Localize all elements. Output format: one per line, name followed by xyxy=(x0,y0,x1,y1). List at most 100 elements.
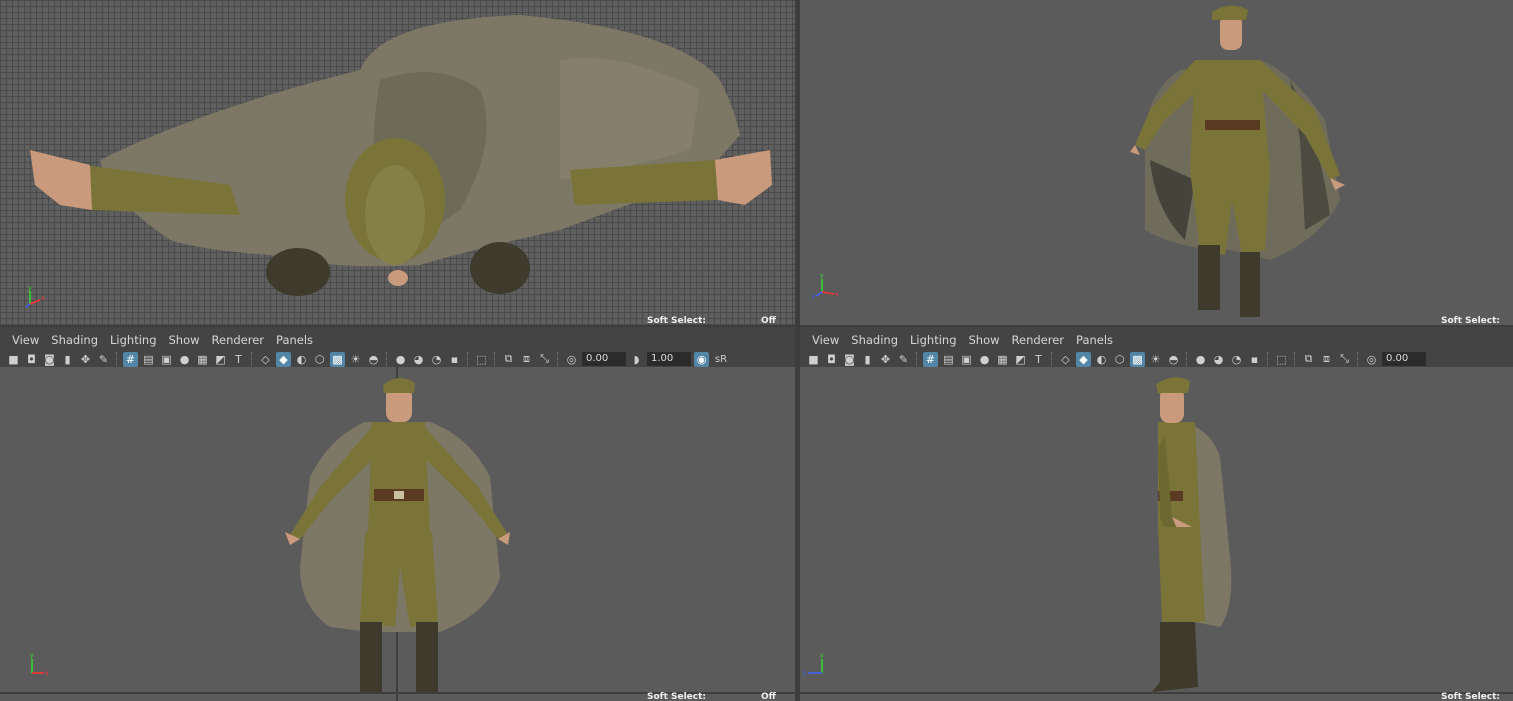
two-d-pan-icon[interactable]: ✎ xyxy=(96,352,111,367)
menu-show[interactable]: Show xyxy=(163,332,206,348)
camera-select-icon[interactable]: ■ xyxy=(6,352,21,367)
camera-select-icon[interactable]: ■ xyxy=(806,352,821,367)
resolution-gate-icon[interactable]: ▣ xyxy=(959,352,974,367)
xray-joints-icon[interactable]: ⤡ xyxy=(537,352,552,367)
grid-toggle-icon[interactable]: # xyxy=(123,351,138,367)
wireframe-on-shaded-icon[interactable]: ⬡ xyxy=(312,352,327,367)
menu-lighting[interactable]: Lighting xyxy=(104,332,162,348)
anti-aliasing-icon[interactable]: ◔ xyxy=(429,352,444,367)
menu-view[interactable]: View xyxy=(6,332,45,348)
safe-action-icon[interactable]: ◩ xyxy=(1013,352,1028,367)
xray-active-components-icon[interactable]: ⧈ xyxy=(1319,352,1334,367)
menu-lighting[interactable]: Lighting xyxy=(904,332,962,348)
front-viewport[interactable]: y x Soft Select: Off xyxy=(0,367,795,701)
shadows-icon[interactable]: ◓ xyxy=(1166,352,1181,367)
grid-toggle-icon[interactable]: # xyxy=(923,351,938,367)
view-transform-icon[interactable]: ◉ xyxy=(694,351,709,367)
screen-space-ao-icon[interactable]: ● xyxy=(1193,352,1208,367)
toolbar-separator xyxy=(251,352,253,366)
depth-of-field-icon[interactable]: ▪ xyxy=(447,352,462,367)
film-gate-icon[interactable]: ▤ xyxy=(941,352,956,367)
smooth-shade-icon[interactable]: ◆ xyxy=(1076,351,1091,367)
soft-select-label: Soft Select: xyxy=(647,316,707,325)
field-chart-icon[interactable]: ▦ xyxy=(195,352,210,367)
soldier-model-side-view xyxy=(800,377,1513,694)
axis-gizmo: y x xyxy=(25,286,45,308)
default-material-icon[interactable]: ◐ xyxy=(1094,352,1109,367)
motion-blur-icon[interactable]: ◕ xyxy=(411,352,426,367)
depth-of-field-icon[interactable]: ▪ xyxy=(1247,352,1262,367)
panel-toolbar: ■ ◘ ◙ ▮ ✥ ✎ # ▤ ▣ ● ▦ ◩ T ◇ ◆ ◐ ⬡ ▩ ☀ ◓ … xyxy=(6,349,730,369)
two-d-pan-icon[interactable]: ✎ xyxy=(896,352,911,367)
gamma-icon[interactable]: ◗ xyxy=(629,352,644,367)
soldier-model-front-view xyxy=(0,367,795,701)
safe-action-icon[interactable]: ◩ xyxy=(213,352,228,367)
axis-gizmo: y z xyxy=(803,652,824,677)
resolution-gate-icon[interactable]: ▣ xyxy=(159,352,174,367)
exposure-icon[interactable]: ◎ xyxy=(1364,352,1379,367)
toolbar-separator xyxy=(1051,352,1053,366)
menu-view[interactable]: View xyxy=(806,332,845,348)
motion-blur-icon[interactable]: ◕ xyxy=(1211,352,1226,367)
svg-text:y: y xyxy=(30,652,34,659)
toolbar-separator xyxy=(467,352,469,366)
safe-title-icon[interactable]: T xyxy=(1031,352,1046,367)
image-plane-icon[interactable]: ✥ xyxy=(78,352,93,367)
wireframe-on-shaded-icon[interactable]: ⬡ xyxy=(1112,352,1127,367)
field-chart-icon[interactable]: ▦ xyxy=(995,352,1010,367)
textured-icon[interactable]: ▩ xyxy=(330,351,345,367)
toolbar-separator xyxy=(494,352,496,366)
smooth-shade-icon[interactable]: ◆ xyxy=(276,351,291,367)
camera-lock-icon[interactable]: ◘ xyxy=(824,352,839,367)
gate-mask-icon[interactable]: ● xyxy=(977,352,992,367)
use-all-lights-icon[interactable]: ☀ xyxy=(348,352,363,367)
isolate-select-icon[interactable]: ⬚ xyxy=(474,352,489,367)
axis-gizmo: y x xyxy=(30,652,49,677)
camera-lock-icon[interactable]: ◘ xyxy=(24,352,39,367)
xray-icon[interactable]: ⧉ xyxy=(501,352,516,367)
perspective-viewport[interactable]: y x z Soft Select: xyxy=(800,0,1513,325)
menu-shading[interactable]: Shading xyxy=(45,332,104,348)
color-space-label[interactable]: sR xyxy=(712,352,730,367)
gate-mask-icon[interactable]: ● xyxy=(177,352,192,367)
toolbar-separator xyxy=(557,352,559,366)
svg-text:y: y xyxy=(28,286,32,292)
wireframe-icon[interactable]: ◇ xyxy=(1058,352,1073,367)
exposure-field[interactable]: 0.00 xyxy=(1382,352,1426,366)
top-viewport[interactable]: y x Soft Select: Off xyxy=(0,0,795,325)
panel-menu-bar-right: View Shading Lighting Show Renderer Pane… xyxy=(800,327,1513,369)
anti-aliasing-icon[interactable]: ◔ xyxy=(1229,352,1244,367)
xray-icon[interactable]: ⧉ xyxy=(1301,352,1316,367)
xray-joints-icon[interactable]: ⤡ xyxy=(1337,352,1352,367)
svg-text:x: x xyxy=(41,295,45,302)
film-gate-icon[interactable]: ▤ xyxy=(141,352,156,367)
default-material-icon[interactable]: ◐ xyxy=(294,352,309,367)
menu-panels[interactable]: Panels xyxy=(1070,332,1119,348)
menu-renderer[interactable]: Renderer xyxy=(1006,332,1071,348)
soft-select-label: Soft Select: xyxy=(1441,692,1501,701)
bookmark-icon[interactable]: ▮ xyxy=(60,352,75,367)
menu-panels[interactable]: Panels xyxy=(270,332,319,348)
shadows-icon[interactable]: ◓ xyxy=(366,352,381,367)
camera-attributes-icon[interactable]: ◙ xyxy=(842,352,857,367)
menu-show[interactable]: Show xyxy=(963,332,1006,348)
screen-space-ao-icon[interactable]: ● xyxy=(393,352,408,367)
safe-title-icon[interactable]: T xyxy=(231,352,246,367)
toolbar-separator xyxy=(116,352,118,366)
xray-active-components-icon[interactable]: ⧈ xyxy=(519,352,534,367)
soft-select-value: Off xyxy=(761,316,776,325)
gamma-field[interactable]: 1.00 xyxy=(647,352,691,366)
exposure-icon[interactable]: ◎ xyxy=(564,352,579,367)
bookmark-icon[interactable]: ▮ xyxy=(860,352,875,367)
wireframe-icon[interactable]: ◇ xyxy=(258,352,273,367)
textured-icon[interactable]: ▩ xyxy=(1130,351,1145,367)
exposure-field[interactable]: 0.00 xyxy=(582,352,626,366)
isolate-select-icon[interactable]: ⬚ xyxy=(1274,352,1289,367)
side-viewport[interactable]: y z Soft Select: xyxy=(800,367,1513,701)
camera-attributes-icon[interactable]: ◙ xyxy=(42,352,57,367)
svg-text:x: x xyxy=(45,670,49,677)
menu-shading[interactable]: Shading xyxy=(845,332,904,348)
menu-renderer[interactable]: Renderer xyxy=(206,332,271,348)
use-all-lights-icon[interactable]: ☀ xyxy=(1148,352,1163,367)
image-plane-icon[interactable]: ✥ xyxy=(878,352,893,367)
